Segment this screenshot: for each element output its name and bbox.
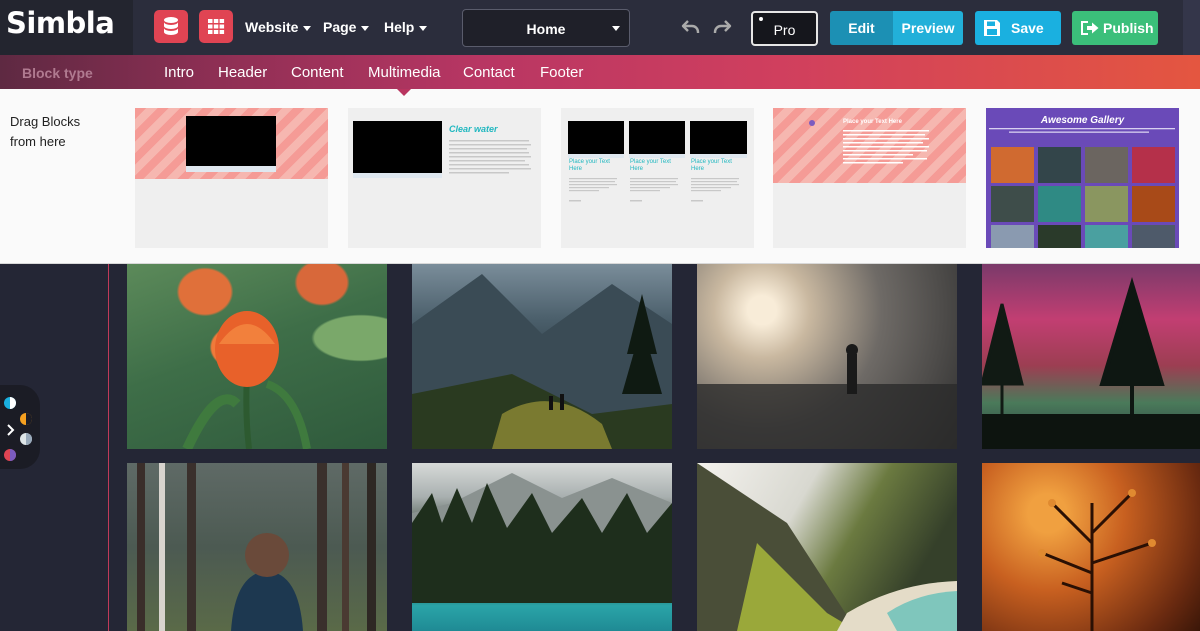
grid-icon bbox=[208, 19, 225, 34]
active-tab-pointer bbox=[397, 89, 411, 96]
video-controls bbox=[690, 154, 747, 158]
save-button[interactable]: Save bbox=[975, 11, 1061, 45]
help-menu-label: Help bbox=[384, 19, 415, 35]
website-menu[interactable]: Website bbox=[245, 19, 312, 35]
video-controls bbox=[629, 154, 685, 158]
thumb-heading: Clear water bbox=[449, 124, 498, 134]
video-player bbox=[568, 121, 624, 154]
video-player bbox=[690, 121, 747, 154]
tab-content[interactable]: Content bbox=[291, 64, 344, 81]
block-type-label: Block type bbox=[22, 65, 93, 81]
help-menu[interactable]: Help bbox=[384, 19, 428, 35]
pro-label: Pro bbox=[773, 22, 796, 38]
gallery-photo-mountain-lake[interactable] bbox=[412, 463, 672, 631]
video-player bbox=[353, 121, 442, 173]
logo-area: Simbla bbox=[0, 0, 133, 55]
thumb-heading: Place your Text Here bbox=[569, 159, 610, 172]
drag-hint-line2: from here bbox=[10, 134, 66, 149]
text-lines-icon bbox=[843, 130, 929, 164]
aurora-image bbox=[982, 277, 1200, 449]
block-thumbnail-gallery[interactable]: Awesome Gallery bbox=[986, 108, 1179, 248]
gallery-photo-forest-person[interactable] bbox=[127, 463, 387, 631]
thumb-heading: Place your Text Here bbox=[630, 159, 671, 172]
gallery-photo-foggy-field[interactable] bbox=[697, 264, 957, 449]
video-controls bbox=[186, 166, 276, 172]
block-thumbnail-striped-text[interactable]: Place your Text Here bbox=[773, 108, 966, 248]
chevron-down-icon bbox=[303, 25, 312, 31]
publish-label: Publish bbox=[1103, 20, 1154, 36]
chevron-down-icon bbox=[361, 25, 370, 31]
edit-preview-toggle: Edit Preview bbox=[830, 11, 963, 45]
tab-contact[interactable]: Contact bbox=[463, 64, 515, 81]
text-lines-icon bbox=[989, 128, 1175, 133]
play-icon bbox=[809, 120, 815, 126]
gallery-grid-icon bbox=[991, 147, 1175, 248]
database-icon bbox=[164, 17, 178, 35]
gallery-photo-aurora-trees[interactable] bbox=[982, 264, 1200, 449]
tab-multimedia[interactable]: Multimedia bbox=[368, 64, 441, 81]
top-toolbar: Simbla Website Page Help Home Pro Edit P… bbox=[0, 0, 1200, 92]
color-theme-tool[interactable] bbox=[0, 385, 40, 469]
page-menu-label: Page bbox=[323, 19, 357, 35]
forest-image bbox=[137, 463, 376, 631]
block-thumbnail-three-videos[interactable]: Place your Text Here Place your Text Her… bbox=[561, 108, 754, 248]
page-select[interactable]: Home bbox=[462, 9, 630, 47]
pro-button[interactable]: Pro bbox=[751, 11, 818, 46]
text-lines-icon bbox=[569, 178, 739, 202]
redo-icon[interactable] bbox=[712, 17, 732, 37]
block-type-bar: Block type Intro Header Content Multimed… bbox=[0, 55, 1200, 89]
gallery-photo-coastal-cliff[interactable] bbox=[697, 463, 957, 631]
block-thumbnail-video[interactable] bbox=[135, 108, 328, 248]
video-controls bbox=[568, 154, 624, 158]
database-button[interactable] bbox=[154, 10, 188, 43]
lake-image bbox=[412, 473, 672, 603]
theme-swatches-icon bbox=[4, 397, 32, 461]
canvas-margin-guide bbox=[108, 264, 109, 631]
publish-arrow-icon bbox=[1081, 21, 1099, 35]
block-thumbnail-video-text[interactable]: Clear water bbox=[348, 108, 541, 248]
plants-image bbox=[1038, 489, 1156, 631]
edit-button[interactable]: Edit bbox=[830, 11, 893, 45]
tulip-image bbox=[182, 311, 311, 449]
chevron-down-icon bbox=[419, 25, 428, 31]
chevron-down-icon bbox=[612, 26, 620, 31]
tab-footer[interactable]: Footer bbox=[540, 64, 583, 81]
drag-hint-line1: Drag Blocks bbox=[10, 114, 81, 129]
text-lines-icon bbox=[449, 140, 531, 174]
gallery-photo-sunset-plants[interactable] bbox=[982, 463, 1200, 631]
video-controls bbox=[353, 173, 442, 178]
page-menu[interactable]: Page bbox=[323, 19, 370, 35]
gallery-photo-mountain-hikers[interactable] bbox=[412, 264, 672, 449]
publish-button[interactable]: Publish bbox=[1072, 11, 1158, 45]
drag-hint: Drag Blocks from here bbox=[10, 112, 100, 152]
fog-image bbox=[697, 344, 957, 449]
blocks-panel: Drag Blocks from here Clear water Place … bbox=[0, 89, 1200, 264]
preview-button[interactable]: Preview bbox=[893, 11, 963, 45]
video-player bbox=[186, 116, 276, 166]
dot-icon bbox=[759, 17, 763, 21]
floppy-disk-icon bbox=[984, 20, 1000, 36]
page-select-value: Home bbox=[526, 21, 566, 37]
tab-header[interactable]: Header bbox=[218, 64, 267, 81]
mountain-image bbox=[412, 274, 672, 449]
video-player bbox=[629, 121, 685, 154]
thumb-heading: Awesome Gallery bbox=[1040, 115, 1125, 126]
gallery-photo-tulips[interactable] bbox=[127, 264, 387, 449]
save-label: Save bbox=[1011, 20, 1044, 36]
thumb-heading: Place your Text Here bbox=[843, 119, 902, 125]
undo-icon[interactable] bbox=[681, 17, 701, 37]
blocks-grid-button[interactable] bbox=[199, 10, 233, 43]
thumb-heading: Place your Text Here bbox=[691, 159, 732, 172]
app-logo[interactable]: Simbla bbox=[6, 6, 115, 40]
website-menu-label: Website bbox=[245, 19, 299, 35]
cliff-image bbox=[697, 463, 957, 631]
tab-intro[interactable]: Intro bbox=[164, 64, 194, 81]
